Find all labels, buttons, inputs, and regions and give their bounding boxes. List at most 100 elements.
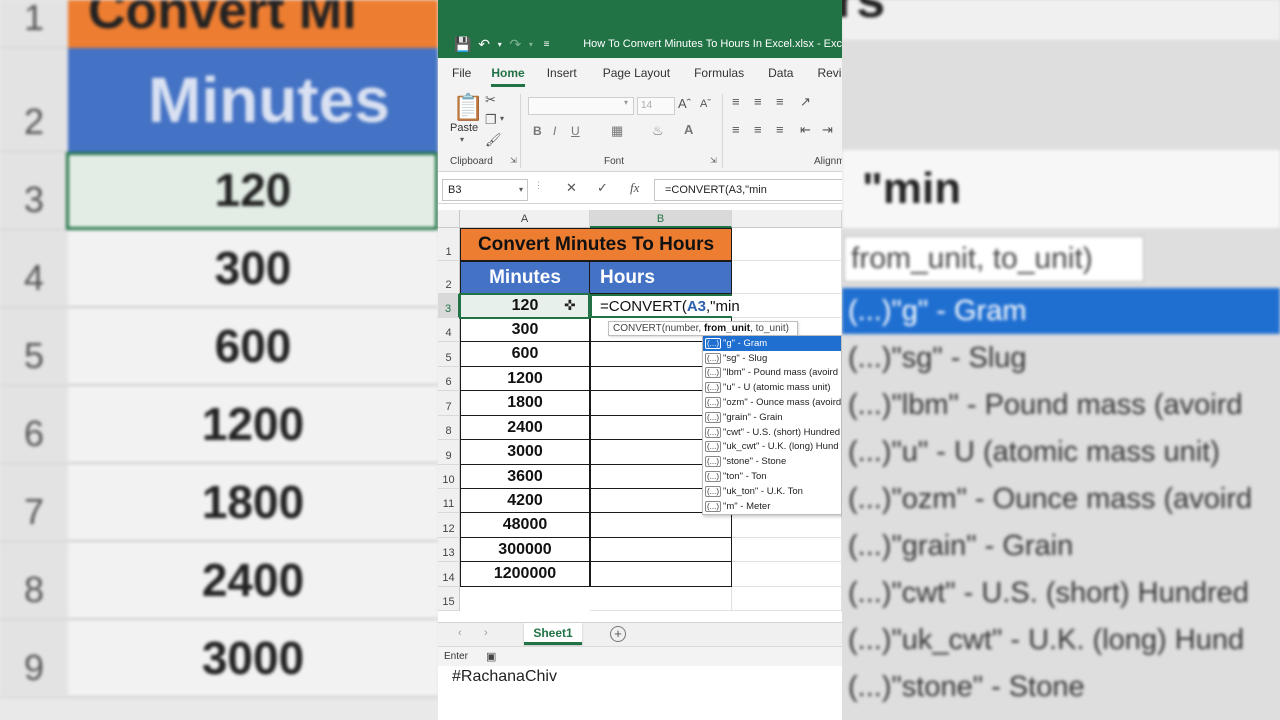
undo-dropdown-icon[interactable]: ▾ xyxy=(495,40,505,49)
column-header-b[interactable]: B xyxy=(590,210,732,228)
table-row-minutes-value[interactable]: 3600 xyxy=(460,465,590,489)
font-color-icon[interactable]: A xyxy=(684,122,693,137)
cell-b12[interactable] xyxy=(590,513,732,538)
row-header-14[interactable]: 14 xyxy=(438,562,460,587)
tab-data[interactable]: Data xyxy=(768,66,793,80)
tab-review[interactable]: Revie xyxy=(817,66,842,80)
cell-b14[interactable] xyxy=(590,562,732,587)
list-item[interactable]: (...) "m" - Meter xyxy=(703,499,841,514)
row-header-3[interactable]: 3 xyxy=(438,294,460,318)
column-header-c[interactable] xyxy=(732,210,842,228)
confirm-entry-icon[interactable]: ✓ xyxy=(597,180,608,196)
orientation-icon[interactable]: ↗ xyxy=(800,94,811,110)
cell-b15[interactable] xyxy=(590,587,732,611)
cell-b3-editor[interactable]: =CONVERT(A3 ,"min xyxy=(590,294,740,318)
row-header-10[interactable]: 10 xyxy=(438,465,460,489)
tab-insert[interactable]: Insert xyxy=(547,66,577,80)
increase-font-icon[interactable]: Aˆ xyxy=(678,96,691,111)
cell-c15[interactable] xyxy=(732,587,842,611)
paste-dropdown-icon[interactable]: ▾ xyxy=(460,135,464,144)
list-item[interactable]: (...) "ozm" - Ounce mass (avoird xyxy=(703,395,841,410)
header-cell-hours[interactable]: Hours xyxy=(590,261,732,294)
list-item[interactable]: (...) "cwt" - U.S. (short) Hundred xyxy=(703,425,841,440)
undo-icon[interactable]: ↶ xyxy=(473,36,494,53)
tab-formulas[interactable]: Formulas xyxy=(694,66,744,80)
italic-icon[interactable]: I xyxy=(553,124,556,138)
worksheet-grid[interactable]: A B 1 2 3 4 5 6 7 8 9 10 11 12 13 14 15 Convert Minutes… xyxy=(438,210,842,620)
font-launcher-icon[interactable]: ⇲ xyxy=(710,156,717,165)
table-row-minutes-value[interactable]: 4200 xyxy=(460,489,590,513)
font-name-dropdown-icon[interactable]: ▾ xyxy=(624,98,628,107)
cell-c13[interactable] xyxy=(732,538,842,562)
row-header-15[interactable]: 15 xyxy=(438,587,460,611)
paste-icon[interactable]: 📋 xyxy=(452,92,484,123)
title-cell-a1[interactable]: Convert Minutes To Hours xyxy=(460,228,732,261)
header-cell-minutes[interactable]: Minutes xyxy=(460,261,590,294)
table-row-minutes-value[interactable]: 1800 xyxy=(460,391,590,416)
list-item[interactable]: (...) "sg" - Slug xyxy=(703,351,841,366)
tab-home[interactable]: Home xyxy=(491,66,525,87)
save-icon[interactable]: 💾 xyxy=(452,36,473,53)
row-header-1[interactable]: 1 xyxy=(438,228,460,261)
tab-page-layout[interactable]: Page Layout xyxy=(603,66,670,80)
list-item[interactable]: (...) "stone" - Stone xyxy=(703,454,841,469)
customize-qat-icon[interactable]: ≡ xyxy=(536,39,557,50)
name-box-dropdown-icon[interactable]: ▾ xyxy=(519,180,523,200)
paste-button-label[interactable]: Paste xyxy=(450,122,478,134)
row-header-13[interactable]: 13 xyxy=(438,538,460,562)
table-row-minutes-value[interactable]: 2400 xyxy=(460,416,590,440)
cell-c2[interactable] xyxy=(732,261,842,294)
decrease-indent-icon[interactable]: ⇤ xyxy=(800,122,811,138)
table-row-minutes-value[interactable]: 1200000 xyxy=(460,562,590,587)
column-header-a[interactable]: A xyxy=(460,210,590,228)
font-name-box[interactable] xyxy=(528,97,634,115)
align-top-icon[interactable]: ≡ xyxy=(732,94,740,109)
tab-file[interactable]: File xyxy=(452,66,471,80)
row-header-7[interactable]: 7 xyxy=(438,391,460,416)
select-all-corner[interactable] xyxy=(438,210,460,228)
list-item[interactable]: (...) "u" - U (atomic mass unit) xyxy=(703,380,841,395)
format-painter-icon[interactable]: 🖌 xyxy=(485,132,502,148)
list-item[interactable]: (...) "uk_ton" - U.K. Ton xyxy=(703,484,841,499)
table-row-minutes-value[interactable]: 300 xyxy=(460,318,590,342)
underline-icon[interactable]: U xyxy=(571,124,580,138)
autocomplete-list[interactable]: (...) "g" - Gram (...) "sg" - Slug (...) "lbm… xyxy=(702,335,842,515)
table-row-minutes-value[interactable]: 300000 xyxy=(460,538,590,562)
list-item[interactable]: (...) "ton" - Ton xyxy=(703,469,841,484)
list-item[interactable]: (...) "uk_cwt" - U.K. (long) Hund xyxy=(703,440,841,455)
cancel-entry-icon[interactable]: ✕ xyxy=(566,180,577,196)
cell-c1[interactable] xyxy=(732,228,842,261)
new-sheet-icon[interactable]: + xyxy=(610,626,626,642)
row-header-8[interactable]: 8 xyxy=(438,416,460,440)
name-box[interactable]: B3 ▾ xyxy=(442,179,528,201)
align-middle-icon[interactable]: ≡ xyxy=(754,94,762,109)
decrease-font-icon[interactable]: Aˇ xyxy=(700,98,711,110)
align-right-icon[interactable]: ≡ xyxy=(776,122,784,137)
table-row-minutes-value[interactable]: 3000 xyxy=(460,440,590,465)
align-center-icon[interactable]: ≡ xyxy=(754,122,762,137)
copy-dropdown-icon[interactable]: ▾ xyxy=(500,114,504,123)
row-header-9[interactable]: 9 xyxy=(438,440,460,465)
list-item[interactable]: (...) "g" - Gram xyxy=(703,336,841,351)
prev-sheet-icon[interactable]: ‹ xyxy=(458,627,462,639)
cut-icon[interactable]: ✂ xyxy=(485,92,496,108)
copy-icon[interactable]: ❐ xyxy=(485,112,497,128)
list-item[interactable]: (...) "grain" - Grain xyxy=(703,410,841,425)
cell-c14[interactable] xyxy=(732,562,842,587)
table-row-minutes-value[interactable]: 600 xyxy=(460,342,590,367)
align-bottom-icon[interactable]: ≡ xyxy=(776,94,784,109)
table-row-minutes-value[interactable]: 1200 xyxy=(460,367,590,391)
bold-icon[interactable]: B xyxy=(533,124,542,138)
sheet-tab-sheet1[interactable]: Sheet1 xyxy=(524,623,582,645)
align-left-icon[interactable]: ≡ xyxy=(732,122,740,137)
next-sheet-icon[interactable]: › xyxy=(484,627,488,639)
insert-function-icon[interactable]: fx xyxy=(630,180,639,196)
row-header-5[interactable]: 5 xyxy=(438,342,460,367)
font-size-box[interactable]: 14 xyxy=(637,97,675,115)
borders-icon[interactable]: ▦ xyxy=(611,123,623,139)
cell-b13[interactable] xyxy=(590,538,732,562)
row-header-11[interactable]: 11 xyxy=(438,489,460,513)
increase-indent-icon[interactable]: ⇥ xyxy=(822,122,833,138)
row-header-6[interactable]: 6 xyxy=(438,367,460,391)
fill-color-icon[interactable]: ♨ xyxy=(652,123,664,139)
